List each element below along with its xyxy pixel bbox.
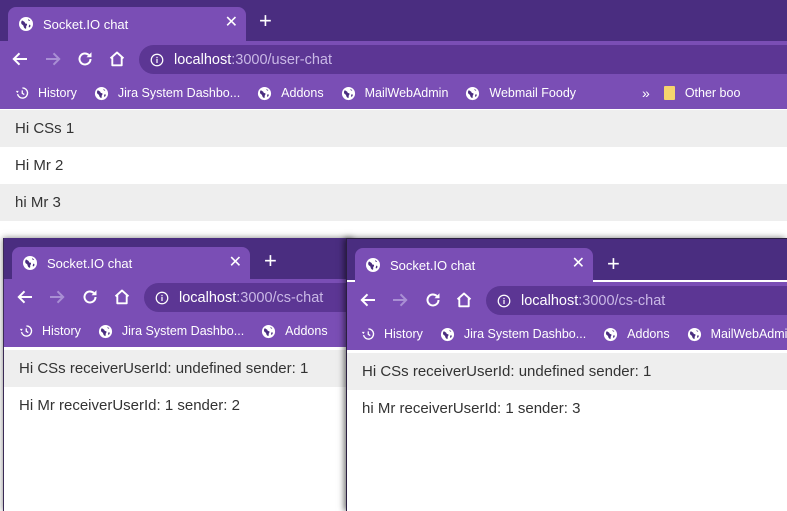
- messages-list: Hi CSs receiverUserId: undefined sender:…: [4, 350, 353, 424]
- bookmark-mailwebadmin[interactable]: MailWebAdmin: [341, 86, 448, 101]
- tab-socketio-chat[interactable]: Socket.IO chat ✕: [8, 7, 246, 41]
- list-item: Hi CSs receiverUserId: undefined sender:…: [347, 353, 787, 390]
- navigation-toolbar: localhost:3000/cs-chat: [347, 282, 787, 318]
- info-icon[interactable]: [497, 294, 511, 308]
- reload-icon[interactable]: [79, 286, 101, 308]
- history-icon: [15, 86, 29, 100]
- globe-icon: [603, 327, 618, 342]
- arrow-left-icon[interactable]: [357, 289, 379, 311]
- globe-icon: [18, 16, 34, 32]
- plus-icon[interactable]: +: [264, 250, 277, 272]
- messages-list: Hi CSs receiverUserId: undefined sender:…: [347, 353, 787, 427]
- bookmark-jira[interactable]: Jira System Dashbo...: [440, 327, 586, 342]
- info-icon[interactable]: [155, 291, 169, 305]
- tab-strip: Socket.IO chat ✕ +: [4, 238, 353, 279]
- globe-icon: [261, 324, 276, 339]
- url-path: :3000/user-chat: [231, 51, 332, 68]
- bookmark-webmail-foody[interactable]: Webmail Foody: [465, 86, 576, 101]
- close-icon[interactable]: ✕: [229, 255, 242, 271]
- list-item: Hi Mr receiverUserId: 1 sender: 2: [19, 397, 240, 414]
- history-icon: [361, 327, 375, 341]
- arrow-left-icon[interactable]: [14, 286, 36, 308]
- list-item: hi Mr receiverUserId: 1 sender: 3: [362, 400, 581, 417]
- bookmark-history[interactable]: History: [15, 86, 77, 100]
- home-icon[interactable]: [106, 48, 128, 70]
- bookmark-other-bookmarks[interactable]: Other boo: [663, 86, 740, 100]
- chevron-double-right-icon[interactable]: »: [642, 85, 650, 101]
- tab-strip: Socket.IO chat ✕ +: [347, 239, 787, 282]
- arrow-right-icon[interactable]: [46, 286, 68, 308]
- bookmark-mailwebadmin[interactable]: MailWebAdmin: [687, 327, 787, 342]
- globe-icon: [22, 255, 38, 271]
- reload-icon[interactable]: [422, 289, 444, 311]
- home-icon[interactable]: [453, 289, 475, 311]
- globe-icon: [465, 86, 480, 101]
- list-item: Hi Mr 2: [15, 157, 64, 174]
- globe-icon: [94, 86, 109, 101]
- browser-window-cs-chat-1: Socket.IO chat ✕ + localhost:3000/cs-cha…: [3, 238, 353, 511]
- address-bar[interactable]: localhost:3000/cs-chat: [144, 283, 353, 312]
- plus-icon[interactable]: +: [607, 253, 620, 275]
- url-host: localhost: [521, 292, 579, 309]
- close-icon[interactable]: ✕: [572, 256, 585, 272]
- arrow-right-icon[interactable]: [42, 48, 64, 70]
- messages-list: Hi CSs 1 Hi Mr 2 hi Mr 3: [0, 110, 787, 221]
- info-icon[interactable]: [150, 53, 164, 67]
- url-path: :3000/cs-chat: [236, 289, 324, 306]
- plus-icon[interactable]: +: [259, 10, 272, 32]
- address-bar[interactable]: localhost:3000/cs-chat: [486, 286, 787, 315]
- reload-icon[interactable]: [74, 48, 96, 70]
- tab-title: Socket.IO chat: [47, 255, 133, 271]
- list-item: Hi CSs receiverUserId: undefined sender:…: [4, 350, 353, 387]
- close-icon[interactable]: ✕: [225, 15, 238, 31]
- tab-socketio-chat[interactable]: Socket.IO chat ✕: [12, 247, 250, 279]
- list-item: hi Mr 3: [0, 184, 787, 221]
- bookmark-jira[interactable]: Jira System Dashbo...: [94, 86, 240, 101]
- globe-icon: [98, 324, 113, 339]
- url-path: :3000/cs-chat: [578, 292, 666, 309]
- folder-icon: [663, 86, 675, 100]
- address-bar[interactable]: localhost:3000/user-chat: [139, 45, 787, 74]
- bookmark-addons[interactable]: Addons: [603, 327, 670, 342]
- globe-icon: [257, 86, 272, 101]
- tab-socketio-chat[interactable]: Socket.IO chat ✕: [355, 248, 593, 282]
- globe-icon: [365, 257, 381, 273]
- bookmark-history[interactable]: History: [19, 324, 81, 338]
- bookmark-addons[interactable]: Addons: [257, 86, 324, 101]
- tab-title: Socket.IO chat: [390, 257, 476, 273]
- bookmarks-bar: History Jira System Dashbo... Addons Mai…: [0, 77, 787, 109]
- tab-strip: Socket.IO chat ✕ +: [0, 0, 787, 41]
- history-icon: [19, 324, 33, 338]
- globe-icon: [341, 86, 356, 101]
- navigation-toolbar: localhost:3000/cs-chat: [4, 279, 353, 315]
- bookmark-addons[interactable]: Addons: [261, 324, 328, 339]
- home-icon[interactable]: [111, 286, 133, 308]
- bookmarks-bar: History Jira System Dashbo... Addons: [4, 315, 353, 347]
- url-host: localhost: [174, 51, 232, 68]
- globe-icon: [440, 327, 455, 342]
- url-host: localhost: [179, 289, 237, 306]
- bookmark-history[interactable]: History: [361, 327, 423, 341]
- arrow-left-icon[interactable]: [9, 48, 31, 70]
- bookmarks-bar: History Jira System Dashbo... Addons Mai…: [347, 318, 787, 350]
- navigation-toolbar: localhost:3000/user-chat: [0, 41, 787, 77]
- arrow-right-icon[interactable]: [389, 289, 411, 311]
- tab-title: Socket.IO chat: [43, 16, 129, 32]
- bookmark-jira[interactable]: Jira System Dashbo...: [98, 324, 244, 339]
- globe-icon: [687, 327, 702, 342]
- list-item: Hi CSs 1: [0, 110, 787, 147]
- browser-window-cs-chat-2: Socket.IO chat ✕ + localhost:3000/cs-cha…: [346, 238, 787, 511]
